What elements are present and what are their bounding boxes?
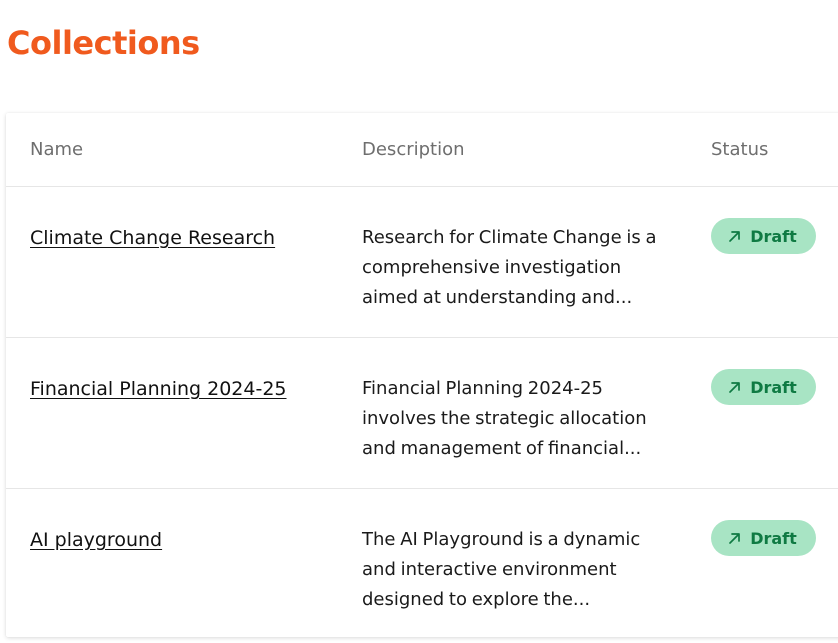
column-header-name: Name xyxy=(30,139,84,160)
collection-name-link[interactable]: Financial Planning 2024-25 xyxy=(30,376,287,402)
status-badge[interactable]: Draft xyxy=(711,218,816,254)
page-title: Collections xyxy=(7,24,200,62)
table-row: Climate Change Research Research for Cli… xyxy=(6,187,838,338)
collections-table: Name Description Status Climate Change R… xyxy=(6,113,838,637)
table-row: Financial Planning 2024-25 Financial Pla… xyxy=(6,338,838,489)
collection-description: Financial Planning 2024-25 involves the … xyxy=(362,378,647,459)
status-badge-label: Draft xyxy=(750,528,797,548)
status-badge[interactable]: Draft xyxy=(711,369,816,405)
collection-name-link[interactable]: AI playground xyxy=(30,527,162,553)
collections-page: Collections Name Description Status Clim… xyxy=(0,0,838,643)
collection-description: Research for Climate Change is a compreh… xyxy=(362,227,657,308)
collection-name-link[interactable]: Climate Change Research xyxy=(30,225,275,251)
status-badge-label: Draft xyxy=(750,226,797,246)
arrow-up-right-icon xyxy=(728,381,741,394)
column-header-status: Status xyxy=(711,139,769,160)
arrow-up-right-icon xyxy=(728,230,741,243)
table-row: AI playground The AI Playground is a dyn… xyxy=(6,489,838,639)
arrow-up-right-icon xyxy=(728,532,741,545)
status-badge[interactable]: Draft xyxy=(711,520,816,556)
column-header-description: Description xyxy=(362,139,465,160)
status-badge-label: Draft xyxy=(750,377,797,397)
table-header: Name Description Status xyxy=(6,113,838,187)
collection-description: The AI Playground is a dynamic and inter… xyxy=(362,529,641,610)
